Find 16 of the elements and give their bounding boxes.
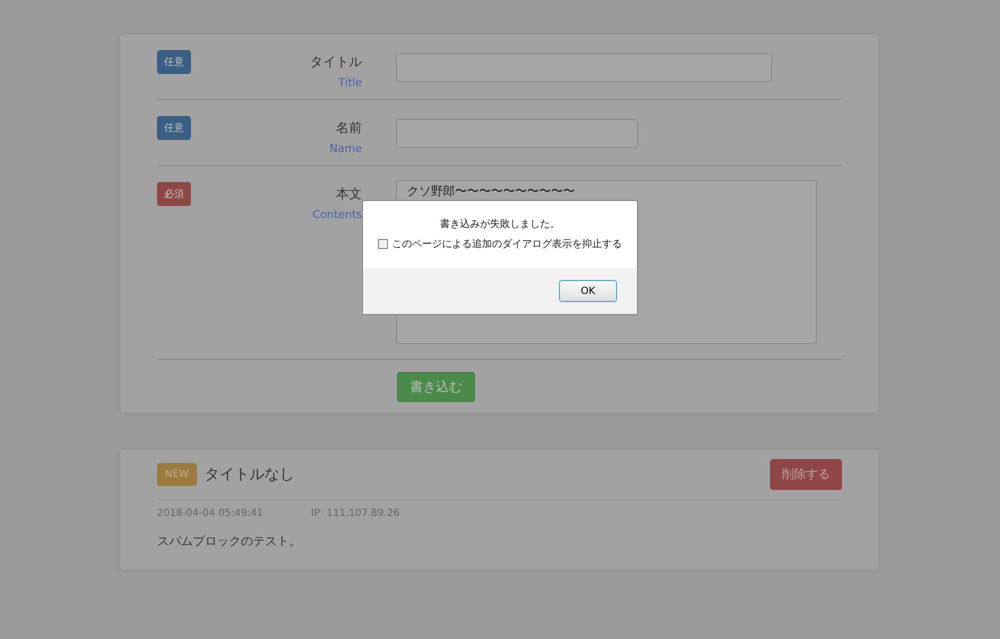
field-label: 本文 bbox=[336, 186, 362, 203]
field-label: タイトル bbox=[310, 54, 362, 71]
post-body: スパムブロックのテスト。 bbox=[157, 533, 302, 550]
post-ip: IP: 111.107.89.26 bbox=[311, 508, 400, 519]
dialog-message: 書き込みが失敗しました。 bbox=[440, 218, 560, 231]
field-badge: 任意 bbox=[157, 50, 191, 74]
post-title: タイトルなし bbox=[204, 464, 295, 484]
field-badge: 必須 bbox=[157, 182, 191, 206]
post-date: 2018-04-04 05:49:41 bbox=[157, 508, 264, 519]
field-label: 名前 bbox=[336, 120, 362, 137]
checkbox-label: このページによる追加のダイアログ表示を抑止する bbox=[392, 238, 622, 251]
field-sublabel: Name bbox=[330, 142, 362, 155]
new-badge: NEW bbox=[157, 462, 197, 486]
field-sublabel: Contents bbox=[312, 208, 362, 221]
field-sublabel: Title bbox=[338, 76, 362, 89]
field-badge: 任意 bbox=[157, 116, 191, 140]
